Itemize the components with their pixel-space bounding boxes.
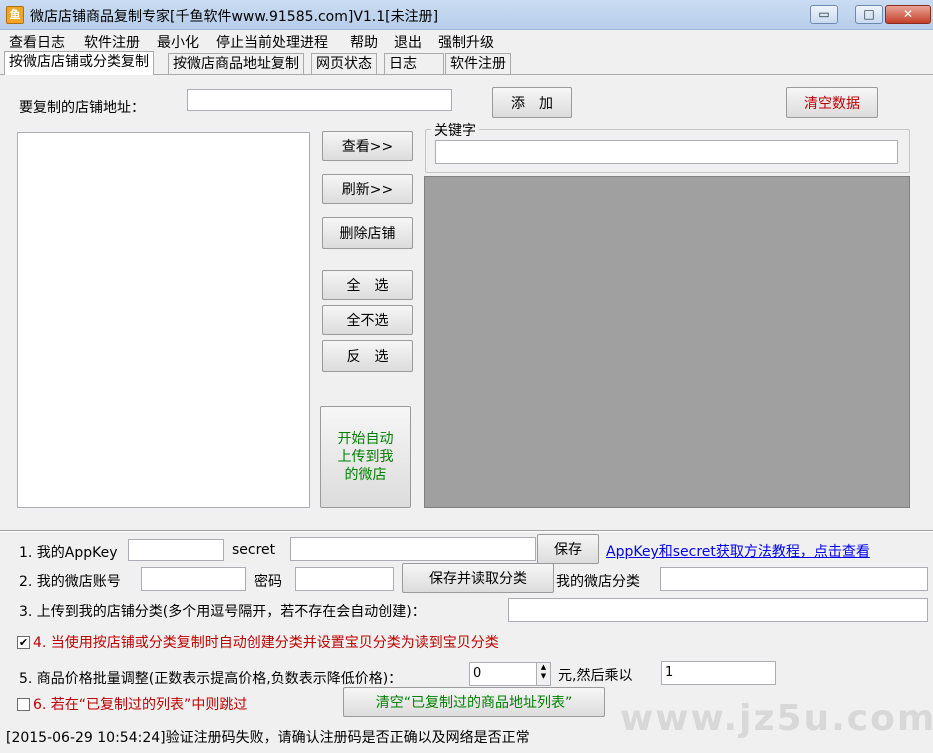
option4-checkbox[interactable]: ✔ [17, 636, 30, 649]
tab-log[interactable]: 日志 [384, 53, 444, 75]
shop-list[interactable] [17, 132, 310, 508]
my-category-label: 我的微店分类 [556, 574, 640, 590]
price-adjust-input[interactable]: 0 ▲ ▼ [469, 662, 551, 686]
menu-force-upgrade[interactable]: 强制升级 [438, 32, 494, 52]
tutorial-link[interactable]: AppKey和secret获取方法教程，点击查看 [606, 541, 870, 561]
tab-register[interactable]: 软件注册 [445, 53, 511, 75]
tab-web-status[interactable]: 网页状态 [311, 53, 377, 75]
upload-category-input[interactable] [508, 598, 928, 622]
password-input[interactable] [295, 567, 394, 591]
shop-url-label: 要复制的店铺地址： [19, 100, 145, 116]
window-title: 微店店铺商品复制专家[千鱼软件www.91585.com]V1.1[未注册] [30, 9, 439, 25]
watermark: www.jz5u.com [620, 698, 933, 739]
close-button[interactable]: ✕ [885, 5, 931, 24]
minimize-button[interactable]: ▭ [810, 5, 838, 24]
secret-label: secret [232, 542, 276, 558]
option6-checkbox[interactable] [17, 698, 30, 711]
product-grid-area[interactable] [424, 176, 910, 508]
start-upload-button[interactable]: 开始自动 上传到我 的微店 [320, 406, 411, 508]
price-adjust-value: 0 [473, 666, 482, 681]
clear-copied-list-button[interactable]: 清空“已复制过的商品地址列表” [343, 687, 605, 717]
save-read-category-button[interactable]: 保存并读取分类 [402, 563, 554, 593]
menu-view-log[interactable]: 查看日志 [9, 32, 65, 52]
multiply-label: 元,然后乘以 [558, 668, 633, 684]
menu-stop-process[interactable]: 停止当前处理进程 [216, 32, 328, 52]
save-button[interactable]: 保存 [537, 534, 599, 564]
appkey-label: 1. 我的AppKey [19, 545, 118, 561]
upload-category-label: 3. 上传到我的店铺分类(多个用逗号隔开，若不存在会自动创建)： [19, 604, 426, 620]
secret-input[interactable] [290, 537, 536, 561]
my-category-select[interactable] [660, 567, 928, 591]
app-icon: 鱼 [6, 6, 24, 24]
tab-copy-by-shop[interactable]: 按微店店铺或分类复制 [4, 51, 154, 75]
menu-register[interactable]: 软件注册 [84, 32, 140, 52]
keyword-input[interactable] [435, 140, 898, 164]
appkey-input[interactable] [128, 539, 224, 561]
menu-help[interactable]: 帮助 [350, 32, 378, 52]
price-spinner[interactable]: ▲ ▼ [536, 663, 550, 685]
clear-data-button[interactable]: 清空数据 [786, 87, 878, 118]
menu-exit[interactable]: 退出 [394, 32, 422, 52]
price-adjust-label: 5. 商品价格批量调整(正数表示提高价格,负数表示降低价格)： [19, 671, 403, 687]
maximize-button[interactable]: □ [855, 5, 883, 24]
account-label: 2. 我的微店账号 [19, 574, 121, 590]
add-button[interactable]: 添 加 [492, 87, 572, 118]
shop-url-input[interactable] [187, 89, 452, 111]
account-input[interactable] [141, 567, 246, 591]
multiply-input[interactable]: 1 [661, 661, 776, 685]
delete-shop-button[interactable]: 删除店铺 [322, 217, 413, 249]
password-label: 密码 [254, 574, 282, 590]
menu-minimize[interactable]: 最小化 [157, 32, 199, 52]
status-bar-text: [2015-06-29 10:54:24]验证注册码失败，请确认注册码是否正确以… [6, 730, 530, 746]
section-divider [0, 530, 933, 532]
select-all-button[interactable]: 全 选 [322, 270, 413, 300]
option6-label: 6. 若在“已复制过的列表”中则跳过 [33, 697, 248, 713]
keyword-group-label: 关键字 [431, 120, 479, 140]
select-none-button[interactable]: 全不选 [322, 305, 413, 335]
menu-bar: 查看日志 软件注册 最小化 停止当前处理进程 帮助 退出 强制升级 [0, 30, 933, 52]
tab-copy-by-url[interactable]: 按微店商品地址复制 [168, 53, 304, 75]
invert-selection-button[interactable]: 反 选 [322, 340, 413, 372]
refresh-button[interactable]: 刷新>> [322, 174, 413, 204]
view-button[interactable]: 查看>> [322, 131, 413, 161]
option4-label: 4. 当使用按店铺或分类复制时自动创建分类并设置宝贝分类为读到宝贝分类 [33, 635, 499, 651]
